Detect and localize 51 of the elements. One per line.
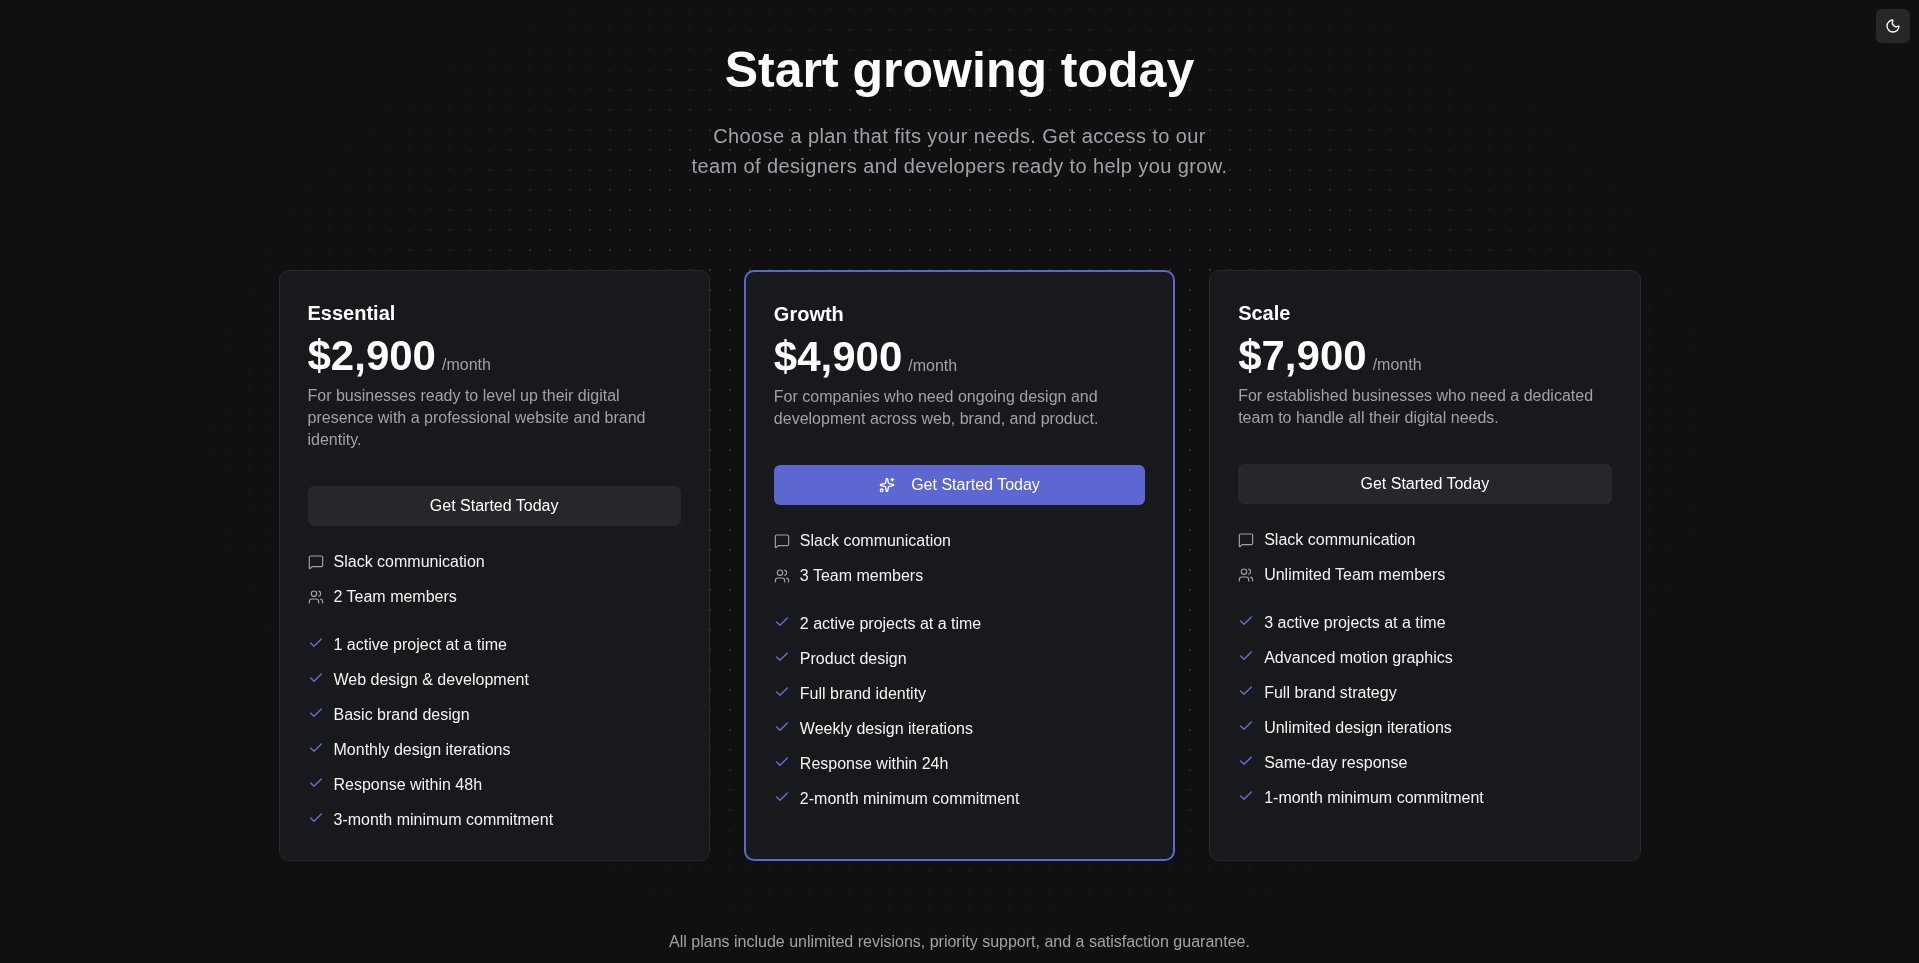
feature-text: Full brand strategy: [1264, 683, 1397, 703]
feature-text: 1 active project at a time: [333, 635, 507, 655]
feature-text: Weekly design iterations: [799, 719, 973, 739]
feature-text: Slack communication: [333, 552, 485, 572]
feature-text: 3-month minimum commitment: [333, 810, 554, 830]
plan-price: $2,900: [307, 335, 436, 377]
theme-toggle-button[interactable]: [1876, 9, 1910, 43]
feature-text: Response within 24h: [799, 754, 949, 774]
plan-description: For established businesses who need a dedicated team to handle all their digital needs.: [1238, 386, 1595, 428]
page-subtitle: Choose a plan that fits your needs. Get access to our team of designers and developers ready to help you grow.: [690, 124, 1229, 179]
plan-price: $4,900: [773, 336, 903, 378]
feature-text: Advanced motion graphics: [1264, 648, 1453, 668]
get-started-button[interactable]: Get Started Today: [307, 486, 681, 526]
chat-bubble-icon: [773, 533, 790, 549]
feature-text: Slack communication: [1264, 530, 1416, 550]
feature-text: 2 active projects at a time: [799, 614, 982, 634]
feature-text: 2 Team members: [333, 587, 457, 607]
feature-text: 1-month minimum commitment: [1264, 788, 1484, 808]
plan-name: Essential: [307, 301, 397, 326]
people-icon: [773, 568, 790, 584]
feature-text: Web design & development: [333, 670, 529, 690]
plan-name: Scale: [1238, 301, 1292, 326]
feature-text: Response within 48h: [333, 775, 483, 795]
plan-description: For companies who need ongoing design and development across web, brand, and product.: [773, 387, 1100, 429]
people-icon: [1238, 567, 1255, 583]
feature-text: Unlimited design iterations: [1264, 718, 1452, 738]
people-icon: [307, 589, 324, 605]
plan-price: $7,900: [1238, 335, 1367, 377]
price-period: /month: [1372, 355, 1422, 375]
sparkles-icon: [879, 477, 896, 493]
feature-text: Product design: [799, 649, 907, 669]
feature-text: Basic brand design: [333, 705, 470, 725]
feature-text: Slack communication: [799, 531, 951, 551]
chat-bubble-icon: [1238, 532, 1255, 548]
moon-icon: [1885, 18, 1901, 34]
footer-note: All plans include unlimited revisions, priority support, and a satisfaction guarantee.: [669, 932, 1250, 952]
get-started-button[interactable]: Get Started Today: [1238, 464, 1612, 504]
price-period: /month: [441, 355, 491, 375]
feature-text: Full brand identity: [799, 684, 927, 704]
plan-description: For businesses ready to level up their digital presence with a professional website and brand identity.: [307, 386, 647, 450]
page-title: Start growing today: [724, 45, 1195, 95]
plan-name: Growth: [773, 302, 845, 327]
price-period: /month: [908, 356, 958, 376]
feature-text: 2-month minimum commitment: [799, 789, 1020, 809]
feature-text: Same-day response: [1264, 753, 1408, 773]
feature-text: 3 Team members: [799, 566, 924, 586]
chat-bubble-icon: [307, 554, 324, 570]
feature-text: 3 active projects at a time: [1264, 613, 1446, 633]
get-started-button[interactable]: Get Started Today: [773, 465, 1146, 505]
feature-text: Monthly design iterations: [333, 740, 511, 760]
feature-text: Unlimited Team members: [1264, 565, 1446, 585]
